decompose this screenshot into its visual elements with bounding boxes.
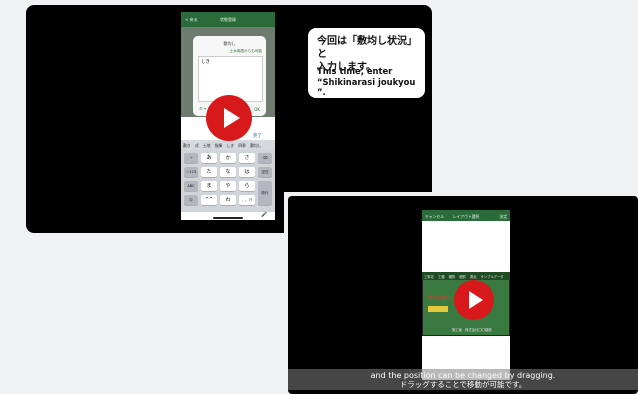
keyboard-key: や bbox=[220, 181, 236, 191]
blackboard-field: サンプルデータ bbox=[480, 275, 504, 279]
candidate: 敷均し bbox=[250, 143, 262, 148]
kana-keyboard: → ☆123 ABC ☺ あ か さ た な は ま や ら ^^ わ 、。?!… bbox=[181, 150, 275, 212]
subtitle-japanese: ドラッグすることで移動が可能です。 bbox=[399, 380, 527, 389]
blackboard-footer: 施工者 株式会社〇〇建設 bbox=[452, 328, 492, 332]
keyboard-key: わ bbox=[220, 195, 236, 205]
caption-en-line: This time, enter bbox=[317, 66, 393, 76]
candidate: 敷き bbox=[183, 143, 191, 148]
caption-english: This time, enter “Shikinarasi joukyou ”. bbox=[317, 66, 421, 98]
keyboard-key: な bbox=[220, 167, 236, 177]
candidate: 四季 bbox=[238, 143, 246, 148]
keyboard-abc-key: ABC bbox=[184, 181, 198, 191]
header-title: レイアウト選択 bbox=[452, 213, 480, 219]
caption-jp-line: 今回は「敷均し状況」と bbox=[317, 36, 417, 60]
candidate: しき bbox=[226, 143, 235, 148]
candidate: 式 bbox=[194, 143, 199, 148]
blackboard-field: 細別 bbox=[459, 275, 466, 279]
mic-icon: 🎤 bbox=[261, 212, 268, 218]
blackboard-field: 種別 bbox=[448, 275, 456, 279]
video-frame-2: キャンセル レイアウト選択 決定 工事名 工種 種別 細別 測点 サンプルデータ… bbox=[288, 196, 638, 394]
caption-en-line: “Shikinarasi joukyou ”. bbox=[317, 76, 416, 98]
blackboard-field: 測点 bbox=[469, 275, 477, 279]
subtitle-bar: and the position can be changed by dragg… bbox=[288, 369, 638, 390]
keyboard-key: ま bbox=[201, 181, 217, 191]
dialog-ok-button: OK bbox=[254, 107, 260, 112]
keyboard-key: ^^ bbox=[201, 195, 217, 205]
blackboard-field: 工事名 bbox=[424, 275, 434, 279]
ime-candidate-bar: 敷き 式 土地 指揮 しき 四季 敷均し bbox=[181, 140, 275, 150]
done-button: 完了 bbox=[253, 134, 262, 139]
dialog-input-value: しき bbox=[201, 60, 210, 65]
video-thumbnail-2[interactable]: キャンセル レイアウト選択 決定 工事名 工種 種別 細別 測点 サンプルデータ… bbox=[284, 192, 638, 394]
candidate: 土地 bbox=[202, 143, 211, 148]
play-icon[interactable] bbox=[206, 95, 252, 141]
dialog-subtitle: 土木用語からも可能 bbox=[229, 49, 262, 53]
subtitle-english: and the position can be changed by dragg… bbox=[370, 371, 556, 380]
blackboard-red-text: 敷均し状況 bbox=[428, 296, 451, 301]
keyboard-number-key: ☆123 bbox=[184, 167, 198, 177]
yellow-marker bbox=[428, 306, 448, 312]
keyboard-key: あ bbox=[201, 153, 217, 163]
keyboard-key: 、。?! bbox=[239, 195, 255, 205]
dialog-title: 敷均し bbox=[223, 41, 236, 46]
keyboard-emoji-key: ☺ bbox=[184, 195, 198, 205]
keyboard-space-key: 空白 bbox=[258, 167, 272, 177]
keyboard-return-key: 改行 bbox=[258, 181, 272, 205]
play-icon[interactable] bbox=[454, 280, 494, 320]
app-header: ≺ 戻る 状態登録 bbox=[181, 12, 275, 27]
caption-bubble: 今回は「敷均し状況」と 入力します。 This time, enter “Shi… bbox=[308, 28, 425, 98]
app-header: キャンセル レイアウト選択 決定 bbox=[422, 210, 510, 221]
header-title: 状態登録 bbox=[220, 17, 236, 22]
keyboard-next-key: → bbox=[184, 153, 198, 163]
candidate: 指揮 bbox=[214, 143, 223, 148]
blackboard-field: 工種 bbox=[437, 275, 445, 279]
confirm-link: 決定 bbox=[499, 213, 507, 219]
backspace-icon: ⌫ bbox=[258, 153, 272, 163]
home-indicator bbox=[213, 217, 243, 219]
keyboard-key: は bbox=[239, 167, 255, 177]
keyboard-key: ら bbox=[239, 181, 255, 191]
keyboard-key: た bbox=[201, 167, 217, 177]
blackboard-header-row: 工事名 工種 種別 細別 測点 サンプルデータ bbox=[422, 272, 510, 280]
keyboard-key: か bbox=[220, 153, 236, 163]
keyboard-key: さ bbox=[239, 153, 255, 163]
